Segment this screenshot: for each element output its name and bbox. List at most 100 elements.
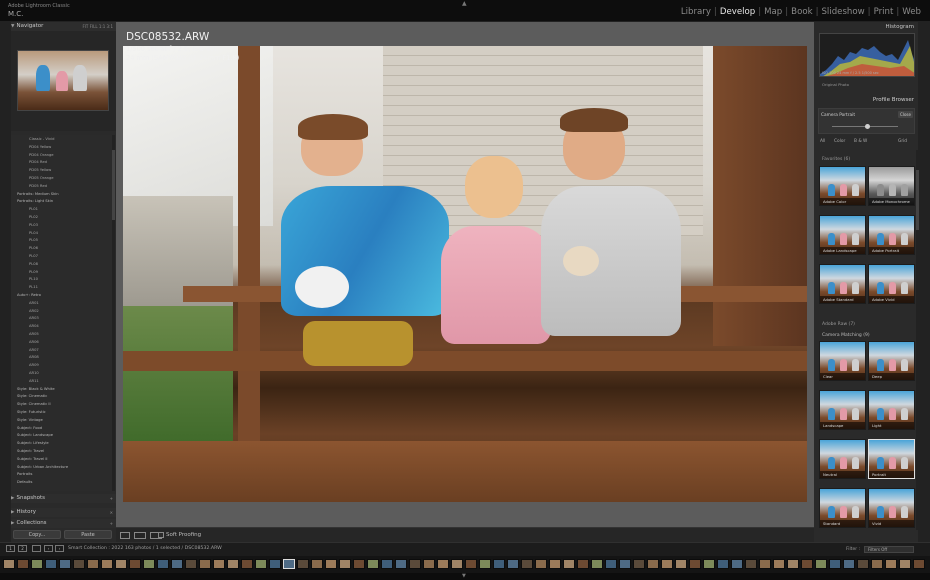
preset-item[interactable]: PL11 <box>29 285 38 289</box>
preset-item[interactable]: PD05 Yellow <box>29 168 51 172</box>
main-photo[interactable] <box>123 46 807 502</box>
filmstrip-source-info[interactable]: Smart Collection : 2022 163 photos / 1 s… <box>68 546 222 551</box>
filmstrip-thumb[interactable] <box>31 559 43 569</box>
profile-filter-b-w[interactable]: B & W <box>854 139 867 144</box>
preset-group[interactable]: Style: Futuristic <box>17 410 46 414</box>
preset-group[interactable]: Style: Vintage <box>17 418 43 422</box>
preset-group[interactable]: Style: Cinematic <box>17 394 47 398</box>
filmstrip-thumb[interactable] <box>283 559 295 569</box>
preset-group[interactable]: Subject: Lifestyle <box>17 441 49 445</box>
preset-item[interactable]: AR05 <box>29 332 39 336</box>
preset-item[interactable]: AR03 <box>29 316 39 320</box>
filmstrip-thumb[interactable] <box>171 559 183 569</box>
preset-item[interactable]: Classic - Vivid <box>29 137 54 141</box>
add-snapshot-icon[interactable]: + <box>110 494 113 503</box>
preset-item[interactable]: PL01 <box>29 207 38 211</box>
profile-tile[interactable]: Light <box>868 390 915 430</box>
filmstrip-thumb[interactable] <box>255 559 267 569</box>
navigator-zoom-options[interactable]: FIT FILL 1:1 3:1 <box>82 22 113 31</box>
filmstrip-thumb[interactable] <box>129 559 141 569</box>
view-button-2[interactable]: 2 <box>18 545 27 552</box>
filmstrip-thumb[interactable] <box>115 559 127 569</box>
preset-item[interactable]: PL05 <box>29 238 38 242</box>
profile-tile[interactable]: Neutral <box>819 439 866 479</box>
preset-group[interactable]: Subject: Landscape <box>17 433 53 437</box>
soft-proofing-checkbox[interactable] <box>158 532 164 538</box>
filmstrip-thumb[interactable] <box>745 559 757 569</box>
filmstrip-thumb[interactable] <box>73 559 85 569</box>
filmstrip-thumb[interactable] <box>563 559 575 569</box>
preset-item[interactable]: AR02 <box>29 309 39 313</box>
filmstrip-thumb[interactable] <box>689 559 701 569</box>
profile-tile[interactable]: Vivid <box>868 488 915 528</box>
preset-item[interactable]: PL07 <box>29 254 38 258</box>
preset-item[interactable]: PD04 Orange <box>29 153 54 157</box>
filmstrip-thumb[interactable] <box>367 559 379 569</box>
filmstrip-thumb[interactable] <box>521 559 533 569</box>
profile-filter-all[interactable]: All <box>820 139 825 144</box>
preset-item[interactable]: PL04 <box>29 231 38 235</box>
filmstrip-thumb[interactable] <box>269 559 281 569</box>
filmstrip-thumb[interactable] <box>185 559 197 569</box>
left-scrollbar-thumb[interactable] <box>112 150 115 220</box>
add-collection-icon[interactable]: + <box>110 519 113 528</box>
filmstrip-thumb[interactable] <box>549 559 561 569</box>
copy-button[interactable]: Copy... <box>13 530 61 539</box>
filmstrip-thumb[interactable] <box>661 559 673 569</box>
filmstrip-thumb[interactable] <box>605 559 617 569</box>
loupe-view-icon[interactable] <box>120 532 130 539</box>
profile-tile[interactable]: Deep <box>868 341 915 381</box>
filmstrip-thumb[interactable] <box>479 559 491 569</box>
preset-item[interactable]: AR06 <box>29 340 39 344</box>
preset-item[interactable]: AR04 <box>29 324 39 328</box>
preset-item[interactable]: AR01 <box>29 301 39 305</box>
preset-item[interactable]: PL03 <box>29 223 38 227</box>
preset-item[interactable]: AR08 <box>29 355 39 359</box>
preset-item[interactable]: PD04 Yellow <box>29 145 51 149</box>
filmstrip-thumb[interactable] <box>339 559 351 569</box>
camera-matching-group-label[interactable]: Camera Matching (9) <box>822 333 870 338</box>
filmstrip-thumb[interactable] <box>507 559 519 569</box>
filmstrip-thumb[interactable] <box>199 559 211 569</box>
preset-group[interactable]: Subject: Urban Architecture <box>17 465 68 469</box>
filmstrip-thumb[interactable] <box>45 559 57 569</box>
profile-filter-color[interactable]: Color <box>834 139 845 144</box>
preset-item[interactable]: PL08 <box>29 262 38 266</box>
filmstrip-thumb[interactable] <box>731 559 743 569</box>
profile-tile[interactable]: Adobe Vivid <box>868 264 915 304</box>
filmstrip-thumb[interactable] <box>465 559 477 569</box>
favorites-group-label[interactable]: Favorites (6) <box>822 157 850 162</box>
profile-amount-slider-knob[interactable] <box>865 124 870 129</box>
filmstrip-thumb[interactable] <box>213 559 225 569</box>
snapshots-header[interactable]: ▶ Snapshots + <box>11 494 116 503</box>
close-profile-browser-button[interactable]: Close <box>898 111 913 118</box>
filmstrip-thumb[interactable] <box>17 559 29 569</box>
preset-item[interactable]: PD04 Red <box>29 160 47 164</box>
profile-tile[interactable]: Landscape <box>819 390 866 430</box>
profile-tile[interactable]: Portrait <box>868 439 915 479</box>
filmstrip-thumb[interactable] <box>87 559 99 569</box>
profile-tile[interactable]: Standard <box>819 488 866 528</box>
module-print[interactable]: Print <box>871 7 897 17</box>
filmstrip-thumb[interactable] <box>241 559 253 569</box>
filmstrip-thumb[interactable] <box>647 559 659 569</box>
filmstrip-thumb[interactable] <box>815 559 827 569</box>
filmstrip-thumb[interactable] <box>885 559 897 569</box>
right-scrollbar-thumb[interactable] <box>916 170 919 230</box>
filmstrip-thumb[interactable] <box>101 559 113 569</box>
preset-item[interactable]: PL10 <box>29 277 38 281</box>
filmstrip-thumb[interactable] <box>857 559 869 569</box>
filmstrip-thumb[interactable] <box>395 559 407 569</box>
top-panel-toggle-icon[interactable]: ▲ <box>462 0 467 7</box>
filmstrip-thumb[interactable] <box>787 559 799 569</box>
bottom-panel-toggle-icon[interactable]: ▼ <box>462 573 466 579</box>
filmstrip-thumb[interactable] <box>409 559 421 569</box>
navigator-header[interactable]: ▼ Navigator FIT FILL 1:1 3:1 <box>11 22 116 31</box>
before-after-icon[interactable] <box>134 532 146 539</box>
profile-tile[interactable]: Clear <box>819 341 866 381</box>
paste-button[interactable]: Paste <box>64 530 112 539</box>
right-panel-edge[interactable] <box>918 22 930 542</box>
filmstrip-thumb[interactable] <box>773 559 785 569</box>
adobe-raw-group-label[interactable]: Adobe Raw (7) <box>822 322 855 327</box>
profile-tile[interactable]: Adobe Monochrome <box>868 166 915 206</box>
